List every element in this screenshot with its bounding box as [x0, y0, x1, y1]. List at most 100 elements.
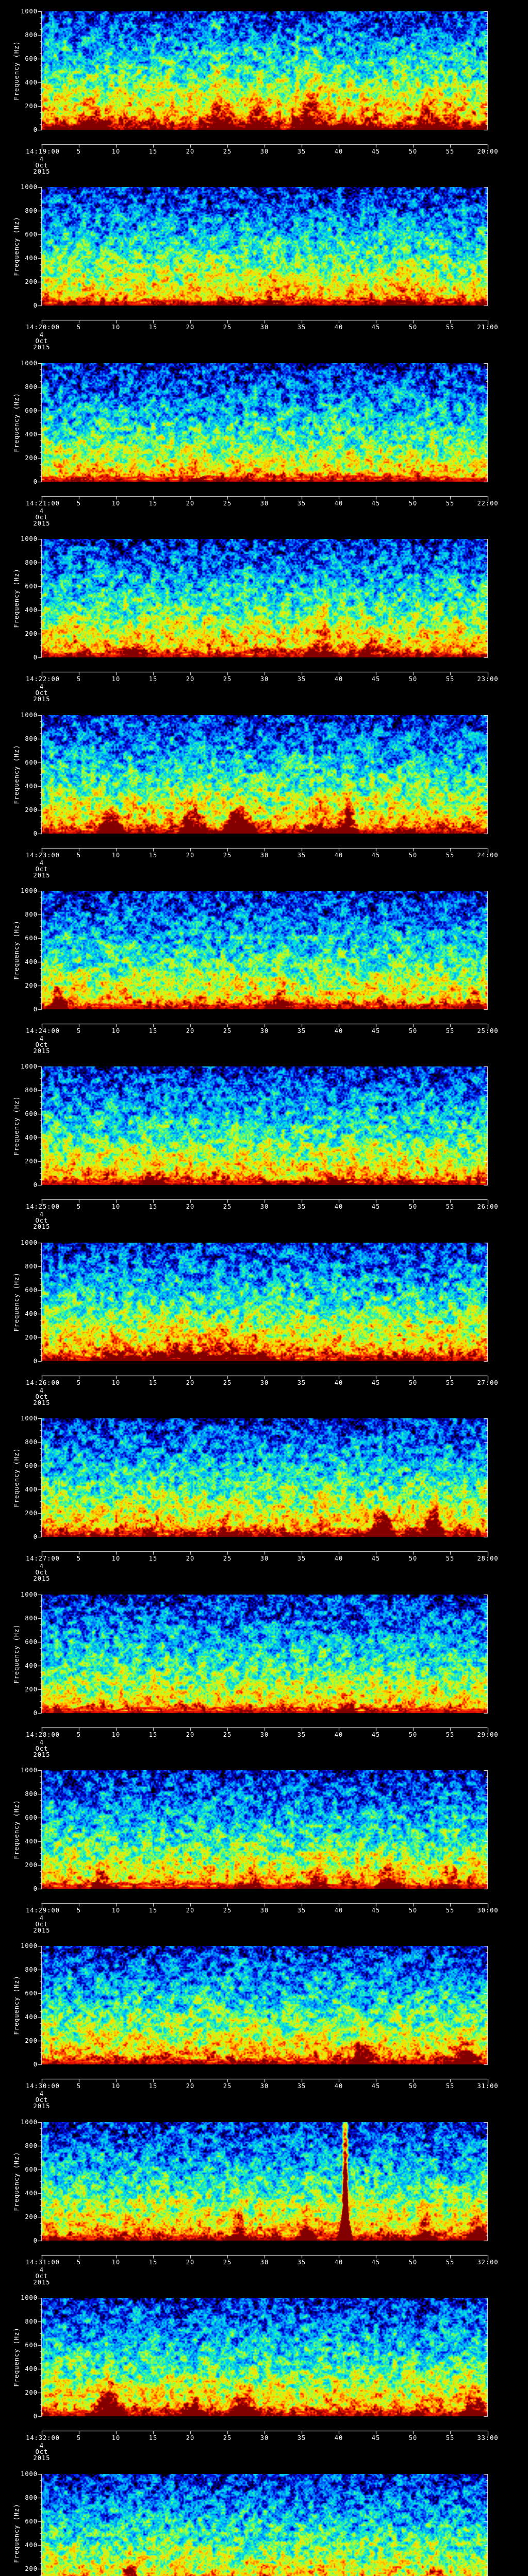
x-end-time-label: 20:00 — [457, 148, 519, 155]
x-tick-label: 40 — [318, 1379, 359, 1386]
x-tick-label: 10 — [95, 324, 137, 331]
y-tick-label: 800 — [0, 207, 38, 214]
x-tick-label: 50 — [392, 2434, 434, 2442]
x-tick-label: 30 — [244, 2434, 285, 2442]
y-tick-label: 200 — [0, 806, 38, 814]
x-tick-label: 35 — [281, 1379, 322, 1386]
spectrogram-panel-143300: Frequency (Hz)02004006008001000510152025… — [0, 2474, 528, 2576]
x-start-time-label: 14:20:00 — [12, 324, 74, 331]
x-tick-label: 25 — [207, 1203, 248, 1210]
y-tick-label: 1000 — [0, 2294, 38, 2301]
x-start-time-label: 14:22:00 — [12, 675, 74, 683]
spectrogram-canvas — [0, 1066, 528, 1243]
y-tick-label: 200 — [0, 2037, 38, 2044]
x-tick-label: 45 — [355, 1555, 397, 1562]
y-tick-label: 1000 — [0, 1942, 38, 1950]
y-tick-label: 0 — [0, 1533, 38, 1540]
y-axis-title: Frequency (Hz) — [13, 363, 20, 482]
x-tick-label: 25 — [207, 2082, 248, 2090]
y-tick-label: 400 — [0, 2541, 38, 2549]
y-tick-label: 0 — [0, 830, 38, 837]
x-tick-label: 35 — [281, 1555, 322, 1562]
y-tick-label: 600 — [0, 2518, 38, 2525]
y-tick-label: 1000 — [0, 8, 38, 15]
y-tick-label: 400 — [0, 2190, 38, 2197]
x-tick-label: 30 — [244, 1203, 285, 1210]
y-tick-label: 1000 — [0, 711, 38, 719]
x-tick-label: 20 — [170, 1907, 211, 1914]
x-tick-label: 20 — [170, 1731, 211, 1738]
x-tick-label: 50 — [392, 1907, 434, 1914]
x-tick-label: 30 — [244, 324, 285, 331]
y-axis-title: Frequency (Hz) — [13, 1946, 20, 2064]
y-tick-label: 400 — [0, 1134, 38, 1141]
y-tick-label: 600 — [0, 935, 38, 942]
x-tick-label: 10 — [95, 1203, 137, 1210]
x-tick-label: 40 — [318, 1907, 359, 1914]
y-tick-label: 600 — [0, 2166, 38, 2173]
x-tick-label: 15 — [133, 2082, 174, 2090]
y-tick-label: 1000 — [0, 2470, 38, 2478]
x-tick-label: 35 — [281, 2259, 322, 2266]
x-end-time-label: 25:00 — [457, 1027, 519, 1035]
x-end-time-label: 31:00 — [457, 2082, 519, 2090]
y-tick-label: 0 — [0, 1709, 38, 1717]
y-tick-label: 200 — [0, 2565, 38, 2572]
y-tick-label: 0 — [0, 2413, 38, 2420]
y-tick-label: 800 — [0, 1263, 38, 1270]
date-line-2: 2015 — [21, 1223, 62, 1230]
spectrogram-canvas — [0, 1770, 528, 1946]
date-line-2: 2015 — [21, 1575, 62, 1582]
x-tick-label: 45 — [355, 675, 397, 683]
spectrogram-canvas — [0, 1595, 528, 1771]
x-tick-label: 15 — [133, 1379, 174, 1386]
y-tick-label: 1000 — [0, 887, 38, 894]
x-tick-label: 10 — [95, 148, 137, 155]
spectrogram-canvas — [0, 891, 528, 1067]
x-tick-label: 40 — [318, 2434, 359, 2442]
y-tick-label: 400 — [0, 431, 38, 438]
spectrogram-panel-142200: Frequency (Hz)02004006008001000510152025… — [0, 539, 528, 715]
y-tick-label: 200 — [0, 1861, 38, 1869]
x-tick-label: 30 — [244, 1731, 285, 1738]
y-axis-title: Frequency (Hz) — [13, 1418, 20, 1537]
y-tick-label: 0 — [0, 1006, 38, 1013]
x-tick-label: 40 — [318, 324, 359, 331]
x-tick-label: 45 — [355, 1203, 397, 1210]
date-line-2: 2015 — [21, 2103, 62, 2110]
x-tick-label: 15 — [133, 2259, 174, 2266]
y-tick-label: 200 — [0, 278, 38, 285]
x-start-time-label: 14:29:00 — [12, 1907, 74, 1914]
x-start-time-label: 14:25:00 — [12, 1203, 74, 1210]
spectrogram-panel-141900: Frequency (Hz)02004006008001000510152025… — [0, 11, 528, 188]
y-tick-label: 800 — [0, 1615, 38, 1622]
x-tick-label: 30 — [244, 1555, 285, 1562]
y-tick-label: 1000 — [0, 535, 38, 543]
y-tick-label: 400 — [0, 2013, 38, 2021]
x-tick-label: 50 — [392, 1555, 434, 1562]
spectrogram-canvas — [0, 187, 528, 363]
y-axis-title: Frequency (Hz) — [13, 891, 20, 1009]
y-tick-label: 0 — [0, 478, 38, 485]
y-tick-label: 600 — [0, 1638, 38, 1646]
y-axis-title: Frequency (Hz) — [13, 2122, 20, 2241]
y-axis-title: Frequency (Hz) — [13, 715, 20, 834]
x-start-time-label: 14:19:00 — [12, 148, 74, 155]
x-tick-label: 50 — [392, 324, 434, 331]
y-tick-label: 600 — [0, 1110, 38, 1117]
y-tick-label: 0 — [0, 1358, 38, 1365]
x-start-time-label: 14:30:00 — [12, 2082, 74, 2090]
date-line-2: 2015 — [21, 344, 62, 351]
x-tick-label: 15 — [133, 2434, 174, 2442]
y-tick-label: 600 — [0, 759, 38, 766]
y-tick-label: 0 — [0, 654, 38, 661]
y-tick-label: 600 — [0, 231, 38, 238]
x-tick-label: 45 — [355, 2259, 397, 2266]
y-tick-label: 600 — [0, 1462, 38, 1469]
x-tick-label: 25 — [207, 1555, 248, 1562]
date-line-2: 2015 — [21, 1047, 62, 1055]
x-tick-label: 10 — [95, 1731, 137, 1738]
x-tick-label: 15 — [133, 1731, 174, 1738]
y-tick-label: 800 — [0, 559, 38, 566]
x-tick-label: 40 — [318, 2082, 359, 2090]
